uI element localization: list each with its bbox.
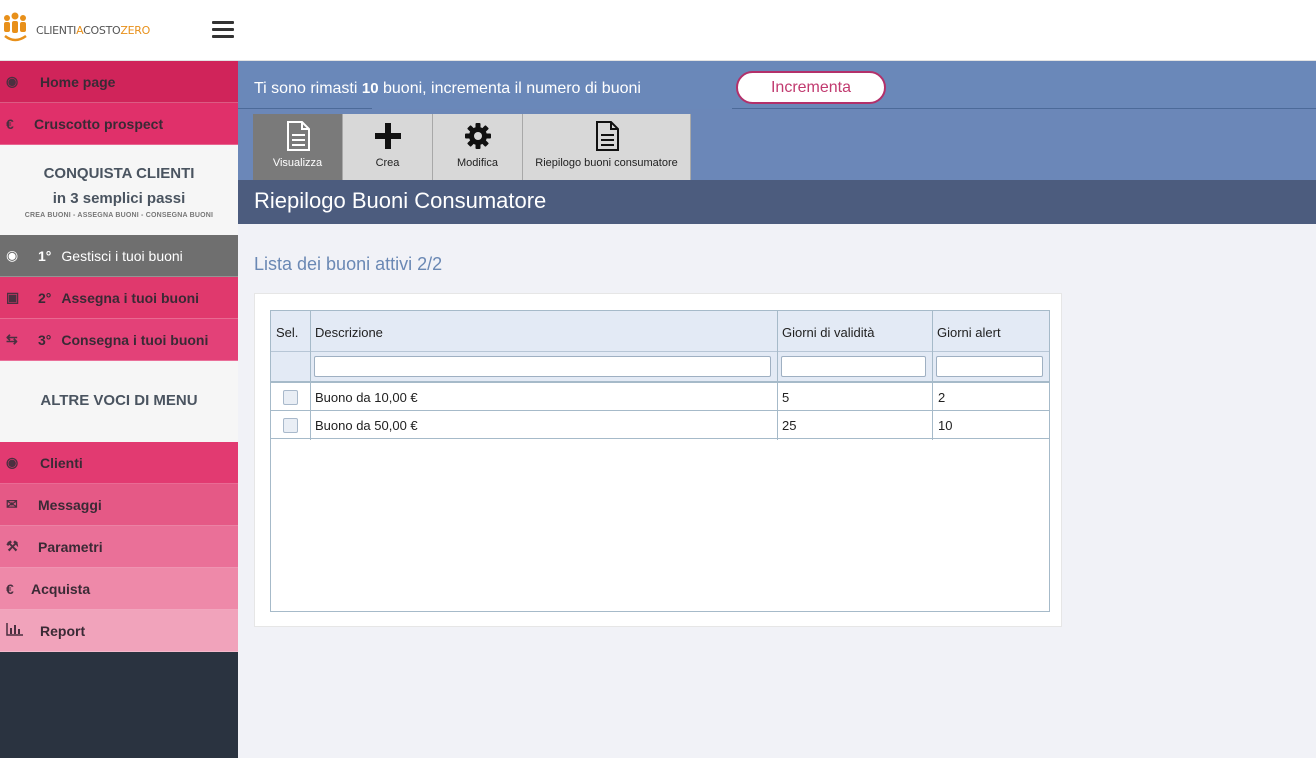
sidebar-item-messaggi[interactable]: ✉ Messaggi (0, 484, 238, 526)
tab-label: Visualizza (272, 157, 323, 169)
conquista-steps: CREA BUONI - ASSEGNA BUONI - CONSEGNA BU… (24, 212, 214, 219)
cell-alert: 10 (938, 418, 953, 433)
logo-text: CLIENTIACOSTOZERO (36, 23, 150, 37)
page-title-bar: Riepilogo Buoni Consumatore (238, 180, 1316, 224)
users-icon: ◉ (6, 454, 19, 470)
sidebar-item-label: Report (40, 622, 86, 639)
top-bar: CLIENTIACOSTOZERO (0, 0, 1316, 61)
tab-crea[interactable]: Crea (343, 114, 433, 180)
sidebar-item-label: Consegna i tuoi buoni (61, 331, 209, 348)
conquista-subtitle: in 3 semplici passi (52, 190, 186, 207)
tab-visualizza[interactable]: Visualizza (253, 114, 343, 180)
toolbar: Visualizza Crea Modifica Riepilogo buoni… (253, 114, 691, 180)
users-icon: ◉ (6, 247, 19, 263)
altre-voci-title: ALTRE VOCI DI MENU (0, 361, 238, 442)
tab-label: Crea (375, 157, 400, 169)
sidebar-item-label: Acquista (31, 580, 91, 597)
conquista-title: CONQUISTA CLIENTI (43, 165, 195, 182)
users-icon: ◉ (6, 73, 19, 89)
sidebar-item-label: Home page (40, 73, 116, 90)
document-icon (594, 121, 620, 151)
cell-validita: 5 (782, 390, 790, 405)
gift-icon: ▣ (6, 289, 20, 305)
sidebar-item-gestisci[interactable]: ◉ 1° Gestisci i tuoi buoni (0, 235, 238, 277)
sidebar-item-label: Messaggi (38, 496, 102, 513)
validita-filter-input[interactable] (781, 356, 926, 377)
exchange-icon: ⇆ (6, 331, 18, 347)
sidebar-item-label: Cruscotto prospect (34, 115, 164, 132)
list-title: Lista dei buoni attivi 2/2 (254, 254, 443, 274)
page-title: Riepilogo Buoni Consumatore (254, 188, 547, 213)
plus-icon (374, 121, 401, 151)
menu-toggle-icon[interactable] (212, 21, 234, 39)
row-checkbox[interactable] (283, 418, 298, 433)
sidebar: ◉ Home page € Cruscotto prospect CONQUIS… (0, 61, 238, 758)
tab-modifica[interactable]: Modifica (433, 114, 523, 180)
tab-label: Riepilogo buoni consumatore (535, 157, 678, 169)
sidebar-item-label: Clienti (40, 454, 83, 471)
list-panel: Sel. Descrizione Giorni di validità Gior… (254, 293, 1062, 627)
gear-icon (464, 121, 492, 151)
sidebar-item-label: Gestisci i tuoi buoni (61, 247, 183, 264)
step-number: 3° (38, 331, 52, 348)
column-header[interactable]: Giorni alert (937, 325, 1001, 340)
sidebar-item-home[interactable]: ◉ Home page (0, 61, 238, 103)
tools-icon: ⚒ (6, 538, 19, 554)
data-grid: Sel. Descrizione Giorni di validità Gior… (270, 310, 1050, 612)
sidebar-item-cruscotto[interactable]: € Cruscotto prospect (0, 103, 238, 145)
sidebar-item-assegna[interactable]: ▣ 2° Assegna i tuoi buoni (0, 277, 238, 319)
step-number: 1° (38, 247, 52, 264)
tab-label: Modifica (457, 157, 498, 169)
cell-descrizione: Buono da 50,00 € (315, 418, 418, 433)
logo[interactable]: CLIENTIACOSTOZERO (2, 12, 150, 48)
sidebar-item-acquista[interactable]: € Acquista (0, 568, 238, 610)
column-header[interactable]: Sel. (276, 325, 298, 340)
sidebar-item-report[interactable]: Report (0, 610, 238, 652)
sidebar-item-label: Assegna i tuoi buoni (61, 289, 200, 306)
sidebar-item-clienti[interactable]: ◉ Clienti (0, 442, 238, 484)
descrizione-filter-input[interactable] (314, 356, 771, 377)
step-number: 2° (38, 289, 52, 306)
banner-text: Ti sono rimasti 10 buoni, incrementa il … (254, 80, 641, 97)
document-icon (285, 121, 311, 151)
sidebar-item-consegna[interactable]: ⇆ 3° Consegna i tuoi buoni (0, 319, 238, 361)
sidebar-item-parametri[interactable]: ⚒ Parametri (0, 526, 238, 568)
tab-riepilogo[interactable]: Riepilogo buoni consumatore (523, 114, 691, 180)
cell-alert: 2 (938, 390, 946, 405)
incrementa-button[interactable]: Incrementa (736, 71, 886, 104)
euro-icon: € (6, 580, 14, 597)
column-header[interactable]: Giorni di validità (782, 325, 875, 340)
banner: Ti sono rimasti 10 buoni, incrementa il … (238, 61, 1316, 109)
cell-descrizione: Buono da 10,00 € (315, 390, 418, 405)
header-strip: Ti sono rimasti 10 buoni, incrementa il … (238, 61, 1316, 180)
bar-chart-icon (6, 622, 34, 639)
column-header[interactable]: Descrizione (315, 325, 383, 340)
sidebar-item-label: Parametri (38, 538, 103, 555)
row-checkbox[interactable] (283, 390, 298, 405)
alert-filter-input[interactable] (936, 356, 1043, 377)
conquista-block: CONQUISTA CLIENTI in 3 semplici passi CR… (0, 145, 238, 235)
logo-icon (2, 12, 28, 48)
envelope-icon: ✉ (6, 496, 18, 512)
euro-icon: € (6, 115, 14, 132)
cell-validita: 25 (782, 418, 797, 433)
